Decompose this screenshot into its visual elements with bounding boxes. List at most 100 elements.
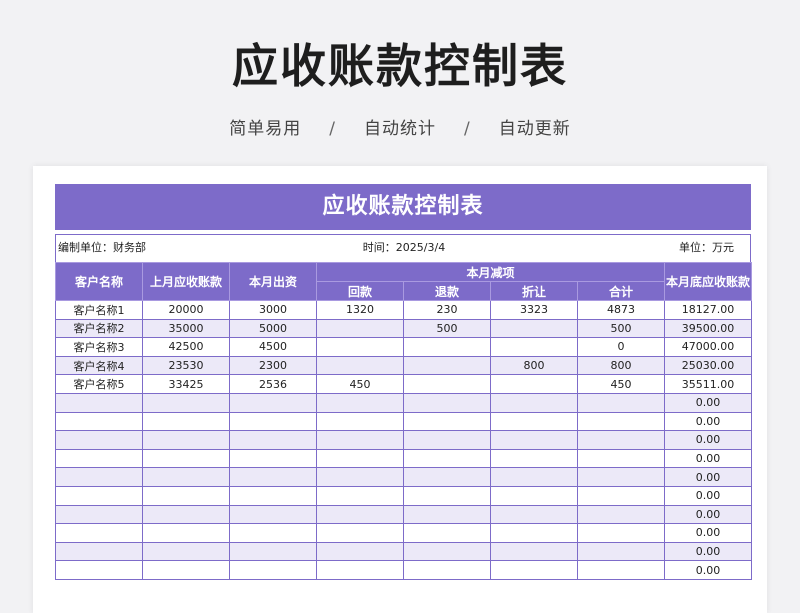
cell-ship[interactable] <box>229 448 317 469</box>
cell-returned[interactable] <box>316 411 404 432</box>
cell-returned[interactable] <box>316 430 404 450</box>
cell-subtotal[interactable]: 500 <box>576 318 666 339</box>
cell-discount[interactable] <box>490 374 578 394</box>
cell-ship[interactable] <box>229 560 317 580</box>
cell-ship[interactable] <box>229 523 317 543</box>
cell-subtotal[interactable] <box>576 467 666 487</box>
cell-ship[interactable]: 4500 <box>229 337 317 357</box>
cell-customer[interactable] <box>55 485 143 506</box>
cell-returned[interactable] <box>316 541 404 562</box>
cell-refund[interactable] <box>403 560 491 580</box>
cell-ship[interactable]: 3000 <box>229 300 317 320</box>
cell-returned[interactable] <box>316 448 404 469</box>
cell-prev[interactable] <box>142 448 230 469</box>
cell-end[interactable]: 47000.00 <box>664 337 753 357</box>
cell-refund[interactable] <box>403 337 491 357</box>
cell-returned[interactable] <box>316 560 404 580</box>
cell-customer[interactable] <box>55 504 143 525</box>
cell-refund[interactable] <box>403 355 491 376</box>
cell-customer[interactable] <box>55 541 143 562</box>
cell-end[interactable]: 0.00 <box>664 485 753 506</box>
cell-returned[interactable] <box>316 523 404 543</box>
cell-subtotal[interactable] <box>576 430 666 450</box>
cell-end[interactable]: 0.00 <box>664 411 753 432</box>
cell-returned[interactable] <box>316 504 404 525</box>
cell-prev[interactable]: 20000 <box>142 300 230 320</box>
cell-end[interactable]: 39500.00 <box>664 318 753 339</box>
cell-end[interactable]: 25030.00 <box>664 355 753 376</box>
cell-discount[interactable]: 800 <box>490 355 578 376</box>
cell-prev[interactable]: 35000 <box>142 318 230 339</box>
cell-discount[interactable] <box>490 523 578 543</box>
cell-ship[interactable]: 2300 <box>229 355 317 376</box>
cell-subtotal[interactable]: 4873 <box>576 300 666 320</box>
cell-ship[interactable] <box>229 504 317 525</box>
cell-prev[interactable] <box>142 523 230 543</box>
cell-refund[interactable] <box>403 392 491 413</box>
cell-customer[interactable] <box>55 411 143 432</box>
cell-end[interactable]: 0.00 <box>664 392 753 413</box>
cell-customer[interactable] <box>55 467 143 487</box>
cell-discount[interactable] <box>490 485 578 506</box>
cell-prev[interactable] <box>142 392 230 413</box>
cell-returned[interactable] <box>316 485 404 506</box>
cell-discount[interactable]: 3323 <box>490 300 578 320</box>
cell-subtotal[interactable] <box>576 392 666 413</box>
cell-discount[interactable] <box>490 541 578 562</box>
cell-returned[interactable] <box>316 318 404 339</box>
cell-subtotal[interactable] <box>576 504 666 525</box>
cell-prev[interactable]: 42500 <box>142 337 230 357</box>
cell-subtotal[interactable] <box>576 411 666 432</box>
cell-customer[interactable]: 客户名称2 <box>55 318 143 339</box>
cell-customer[interactable]: 客户名称1 <box>55 300 143 320</box>
cell-prev[interactable] <box>142 541 230 562</box>
cell-prev[interactable]: 33425 <box>142 374 230 394</box>
cell-returned[interactable]: 450 <box>316 374 404 394</box>
cell-customer[interactable]: 客户名称3 <box>55 337 143 357</box>
cell-subtotal[interactable] <box>576 448 666 469</box>
cell-returned[interactable] <box>316 467 404 487</box>
cell-discount[interactable] <box>490 337 578 357</box>
cell-refund[interactable] <box>403 467 491 487</box>
cell-refund[interactable]: 230 <box>403 300 491 320</box>
cell-customer[interactable] <box>55 430 143 450</box>
cell-customer[interactable]: 客户名称4 <box>55 355 143 376</box>
cell-prev[interactable] <box>142 430 230 450</box>
cell-discount[interactable] <box>490 467 578 487</box>
cell-end[interactable]: 18127.00 <box>664 300 753 320</box>
cell-subtotal[interactable] <box>576 541 666 562</box>
cell-returned[interactable]: 1320 <box>316 300 404 320</box>
cell-customer[interactable] <box>55 448 143 469</box>
cell-refund[interactable]: 500 <box>403 318 491 339</box>
cell-discount[interactable] <box>490 318 578 339</box>
cell-prev[interactable] <box>142 560 230 580</box>
cell-discount[interactable] <box>490 448 578 469</box>
cell-end[interactable]: 35511.00 <box>664 374 753 394</box>
cell-end[interactable]: 0.00 <box>664 467 753 487</box>
cell-prev[interactable] <box>142 411 230 432</box>
cell-prev[interactable] <box>142 504 230 525</box>
cell-prev[interactable] <box>142 467 230 487</box>
cell-end[interactable]: 0.00 <box>664 560 753 580</box>
cell-ship[interactable] <box>229 541 317 562</box>
cell-refund[interactable] <box>403 430 491 450</box>
cell-end[interactable]: 0.00 <box>664 523 753 543</box>
cell-returned[interactable] <box>316 355 404 376</box>
cell-refund[interactable] <box>403 448 491 469</box>
cell-end[interactable]: 0.00 <box>664 541 753 562</box>
cell-ship[interactable] <box>229 430 317 450</box>
cell-prev[interactable]: 23530 <box>142 355 230 376</box>
cell-discount[interactable] <box>490 560 578 580</box>
cell-ship[interactable] <box>229 411 317 432</box>
cell-discount[interactable] <box>490 504 578 525</box>
cell-customer[interactable] <box>55 392 143 413</box>
cell-end[interactable]: 0.00 <box>664 430 753 450</box>
cell-ship[interactable]: 5000 <box>229 318 317 339</box>
cell-ship[interactable] <box>229 467 317 487</box>
cell-prev[interactable] <box>142 485 230 506</box>
cell-end[interactable]: 0.00 <box>664 504 753 525</box>
cell-discount[interactable] <box>490 392 578 413</box>
cell-refund[interactable] <box>403 411 491 432</box>
cell-returned[interactable] <box>316 392 404 413</box>
cell-ship[interactable] <box>229 392 317 413</box>
